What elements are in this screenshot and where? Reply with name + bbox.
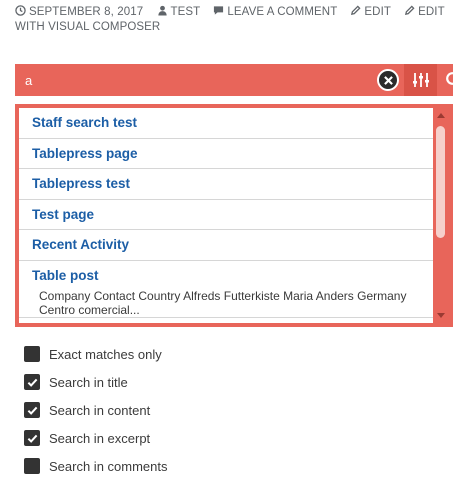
scroll-down-arrow[interactable]: [437, 313, 445, 318]
post-date[interactable]: SEPTEMBER 8, 2017: [15, 5, 147, 18]
result-item[interactable]: Table post Company Contact Country Alfre…: [19, 261, 433, 318]
search-bar: [15, 64, 462, 96]
search-settings-button[interactable]: [404, 64, 437, 96]
option-search-excerpt[interactable]: Search in excerpt: [24, 430, 168, 446]
user-icon: [157, 5, 167, 16]
post-meta: SEPTEMBER 8, 2017 TEST LEAVE A COMMENT E…: [15, 5, 460, 35]
result-item[interactable]: Test page: [19, 200, 433, 230]
sliders-icon: [412, 73, 429, 87]
checkmark-icon: [27, 406, 37, 415]
comment-icon: [214, 6, 224, 15]
pencil-icon: [405, 5, 415, 16]
checkmark-icon: [27, 378, 37, 387]
option-search-content[interactable]: Search in content: [24, 402, 168, 418]
close-icon: [383, 75, 393, 85]
pencil-icon: [351, 5, 361, 16]
result-item[interactable]: Recent Activity: [19, 230, 433, 261]
post-author[interactable]: TEST: [157, 5, 204, 18]
clear-search-button[interactable]: [377, 69, 399, 91]
leave-comment-link[interactable]: LEAVE A COMMENT: [213, 6, 340, 18]
results-scrollbar[interactable]: [433, 108, 449, 323]
result-item[interactable]: Tablepress page: [19, 139, 433, 169]
result-excerpt: Company Contact Country Alfreds Futterki…: [39, 288, 407, 317]
result-item[interactable]: Staff search test: [19, 108, 433, 139]
checkbox[interactable]: [24, 430, 40, 446]
results-list[interactable]: Staff search test Tablepress page Tablep…: [19, 108, 433, 323]
search-input[interactable]: [15, 64, 365, 96]
search-icon: [445, 72, 462, 89]
checkbox[interactable]: [24, 458, 40, 474]
scrollbar-thumb[interactable]: [436, 126, 445, 238]
checkbox[interactable]: [24, 346, 40, 362]
option-search-comments[interactable]: Search in comments: [24, 458, 168, 474]
clock-icon: [15, 5, 26, 16]
result-item[interactable]: Tablepress test: [19, 169, 433, 200]
checkbox[interactable]: [24, 374, 40, 390]
search-options: Exact matches only Search in title Searc…: [24, 346, 168, 486]
scroll-up-arrow[interactable]: [437, 113, 445, 118]
checkbox[interactable]: [24, 402, 40, 418]
search-results-panel: Staff search test Tablepress page Tablep…: [15, 104, 453, 327]
option-exact-matches[interactable]: Exact matches only: [24, 346, 168, 362]
search-button[interactable]: [437, 64, 470, 96]
checkmark-icon: [27, 434, 37, 443]
option-search-title[interactable]: Search in title: [24, 374, 168, 390]
edit-link[interactable]: EDIT: [350, 5, 394, 18]
